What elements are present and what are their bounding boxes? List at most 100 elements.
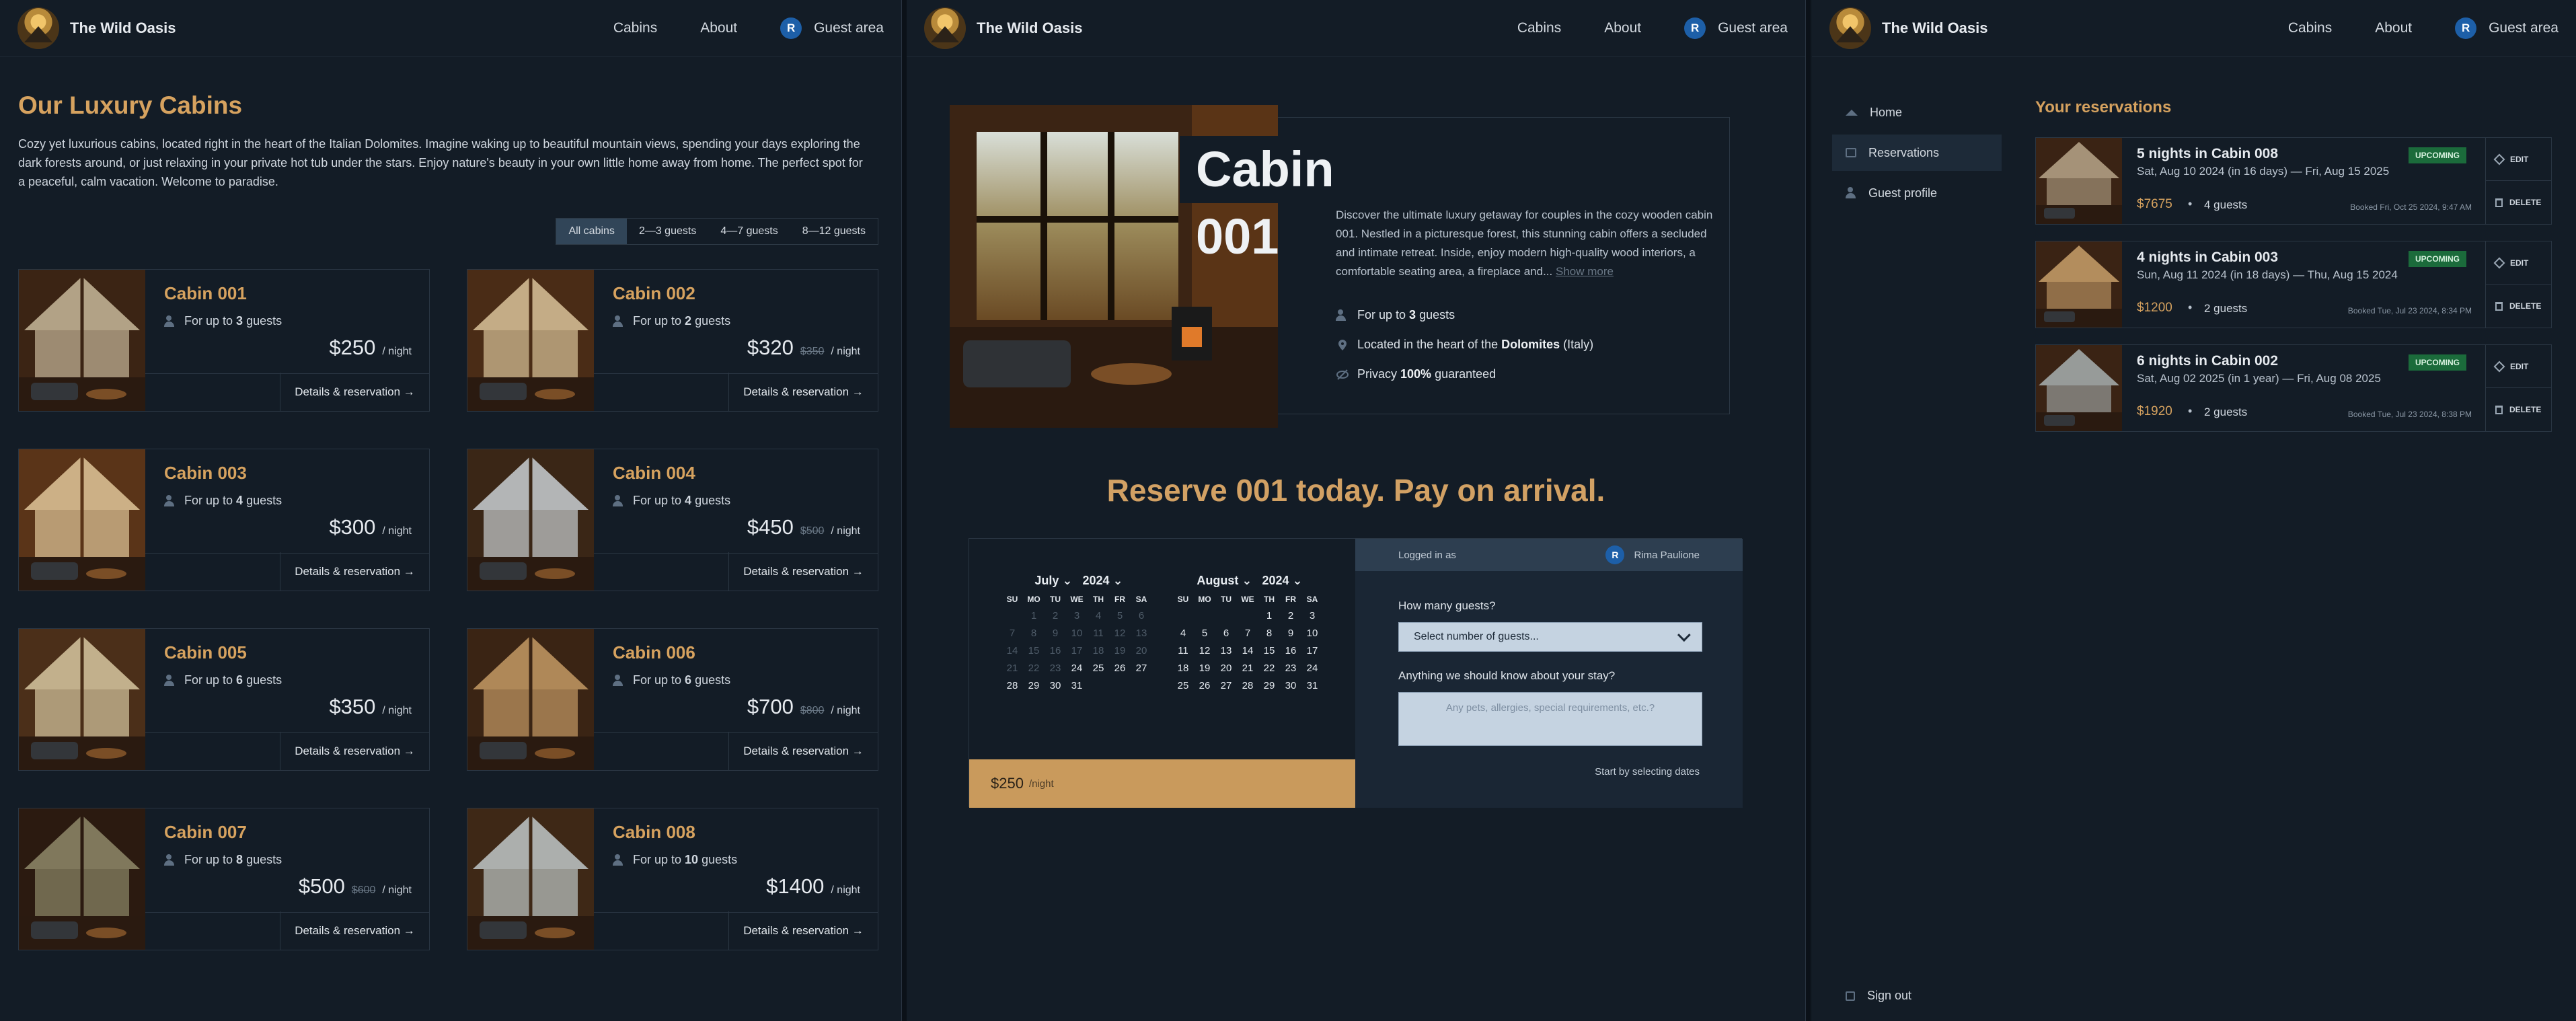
details-reservation-link[interactable]: Details & reservation → [728, 552, 878, 591]
observations-label: Anything we should know about your stay? [1398, 669, 1616, 682]
calendar-day[interactable]: 26 [1194, 680, 1215, 691]
calendar-day[interactable]: 10 [1301, 628, 1323, 639]
year-select[interactable]: 2024 [1082, 574, 1109, 587]
calendar-day[interactable]: 16 [1280, 645, 1301, 656]
details-reservation-link[interactable]: Details & reservation → [280, 373, 429, 411]
logo-icon[interactable] [1829, 7, 1871, 49]
details-reservation-link[interactable]: Details & reservation → [728, 373, 878, 411]
edit-button[interactable]: EDIT [2486, 138, 2551, 181]
nav-guest-area[interactable]: R Guest area [2455, 17, 2559, 39]
calendar-day[interactable]: 23 [1280, 663, 1301, 674]
logo-icon[interactable] [17, 7, 59, 49]
calendar-day[interactable]: 24 [1301, 663, 1323, 674]
calendar-day[interactable]: 18 [1172, 663, 1194, 674]
calendar-day[interactable]: 31 [1301, 680, 1323, 691]
guests-select[interactable]: Select number of guests... [1398, 622, 1702, 652]
calendar-day[interactable]: 29 [1023, 680, 1045, 691]
cabin-photo[interactable] [467, 808, 594, 950]
weekday-label: TU [1050, 595, 1061, 604]
calendar-day[interactable]: 27 [1215, 680, 1237, 691]
filter-large[interactable]: 8—12 guests [790, 219, 878, 244]
details-reservation-link[interactable]: Details & reservation → [280, 552, 429, 591]
calendar-day[interactable]: 25 [1088, 663, 1109, 674]
details-reservation-link[interactable]: Details & reservation → [728, 911, 878, 950]
calendar-day[interactable]: 24 [1066, 663, 1088, 674]
nav-about[interactable]: About [1604, 20, 1641, 36]
edit-button[interactable]: EDIT [2486, 345, 2551, 388]
cabin-photo[interactable] [467, 270, 594, 411]
calendar-day[interactable]: 5 [1194, 628, 1215, 639]
cabin-photo[interactable] [467, 449, 594, 591]
reservation-guests: 2 guests [2204, 406, 2248, 418]
calendar-day[interactable]: 9 [1280, 628, 1301, 639]
calendar-day[interactable]: 12 [1194, 645, 1215, 656]
year-select[interactable]: 2024 [1262, 574, 1289, 587]
cabin-photo[interactable] [19, 629, 145, 770]
pencil-icon [2493, 361, 2505, 372]
old-price: $600 [351, 884, 376, 896]
calendar-day[interactable]: 28 [1237, 680, 1258, 691]
sidebar-item-reservations[interactable]: Reservations [1832, 135, 2002, 171]
calendar-day[interactable]: 14 [1237, 645, 1258, 656]
cabin-capacity: For up to 6 guests [164, 673, 282, 687]
calendar-day[interactable]: 13 [1215, 645, 1237, 656]
delete-button[interactable]: DELETE [2486, 388, 2551, 431]
cabin-photo[interactable] [19, 270, 145, 411]
site-header: The Wild Oasis Cabins About R Guest area [1812, 0, 2576, 56]
status-badge: UPCOMING [2409, 147, 2466, 163]
nav-guest-area[interactable]: R Guest area [780, 17, 884, 39]
calendar-day[interactable]: 28 [1001, 680, 1023, 691]
details-reservation-link[interactable]: Details & reservation → [280, 732, 429, 770]
brand-name[interactable]: The Wild Oasis [1882, 20, 1988, 37]
nav-cabins[interactable]: Cabins [2288, 20, 2332, 36]
delete-button[interactable]: DELETE [2486, 181, 2551, 224]
details-reservation-link[interactable]: Details & reservation → [280, 911, 429, 950]
cabin-photo[interactable] [467, 629, 594, 770]
calendar-day[interactable]: 26 [1109, 663, 1131, 674]
calendar-day[interactable]: 31 [1066, 680, 1088, 691]
delete-button[interactable]: DELETE [2486, 285, 2551, 328]
calendar-day[interactable]: 30 [1280, 680, 1301, 691]
nav-cabins[interactable]: Cabins [613, 20, 657, 36]
observations-textarea[interactable]: Any pets, allergies, special requirement… [1398, 692, 1702, 746]
calendar-day[interactable]: 27 [1131, 663, 1152, 674]
calendar-day[interactable]: 21 [1237, 663, 1258, 674]
brand-name[interactable]: The Wild Oasis [70, 20, 176, 37]
nav-cabins[interactable]: Cabins [1517, 20, 1561, 36]
brand-name[interactable]: The Wild Oasis [977, 20, 1083, 37]
calendar-day[interactable]: 17 [1301, 645, 1323, 656]
sidebar-item-home[interactable]: Home [1832, 94, 2002, 130]
calendar-day[interactable]: 1 [1258, 610, 1280, 621]
nav-guest-area[interactable]: R Guest area [1684, 17, 1788, 39]
calendar-day[interactable]: 25 [1172, 680, 1194, 691]
calendar-day[interactable]: 15 [1258, 645, 1280, 656]
month-select[interactable]: July [1034, 574, 1059, 587]
sign-out-button[interactable]: Sign out [1846, 989, 1911, 1003]
filter-small[interactable]: 2—3 guests [627, 219, 708, 244]
filter-all[interactable]: All cabins [556, 219, 627, 244]
nav-about[interactable]: About [700, 20, 737, 36]
details-reservation-link[interactable]: Details & reservation → [728, 732, 878, 770]
calendar-day[interactable]: 30 [1045, 680, 1066, 691]
calendar-day[interactable]: 29 [1258, 680, 1280, 691]
calendar-day[interactable]: 20 [1215, 663, 1237, 674]
show-more-link[interactable]: Show more [1556, 265, 1614, 278]
calendar-day[interactable]: 8 [1258, 628, 1280, 639]
calendar-day[interactable]: 7 [1237, 628, 1258, 639]
calendar-day[interactable]: 4 [1172, 628, 1194, 639]
cabin-photo[interactable] [19, 449, 145, 591]
logo-icon[interactable] [924, 7, 966, 49]
calendar-day[interactable]: 22 [1258, 663, 1280, 674]
calendar-day[interactable]: 19 [1194, 663, 1215, 674]
calendar-day[interactable]: 11 [1172, 645, 1194, 656]
filter-medium[interactable]: 4—7 guests [708, 219, 790, 244]
calendar-day[interactable]: 3 [1301, 610, 1323, 621]
edit-button[interactable]: EDIT [2486, 241, 2551, 285]
calendar-day[interactable]: 2 [1280, 610, 1301, 621]
calendar-day[interactable]: 6 [1215, 628, 1237, 639]
nav-about[interactable]: About [2375, 20, 2412, 36]
cabin-photo[interactable] [19, 808, 145, 950]
cabin-price: $350 / night [329, 695, 412, 719]
month-select[interactable]: August [1197, 574, 1238, 587]
sidebar-item-profile[interactable]: Guest profile [1832, 175, 2002, 211]
